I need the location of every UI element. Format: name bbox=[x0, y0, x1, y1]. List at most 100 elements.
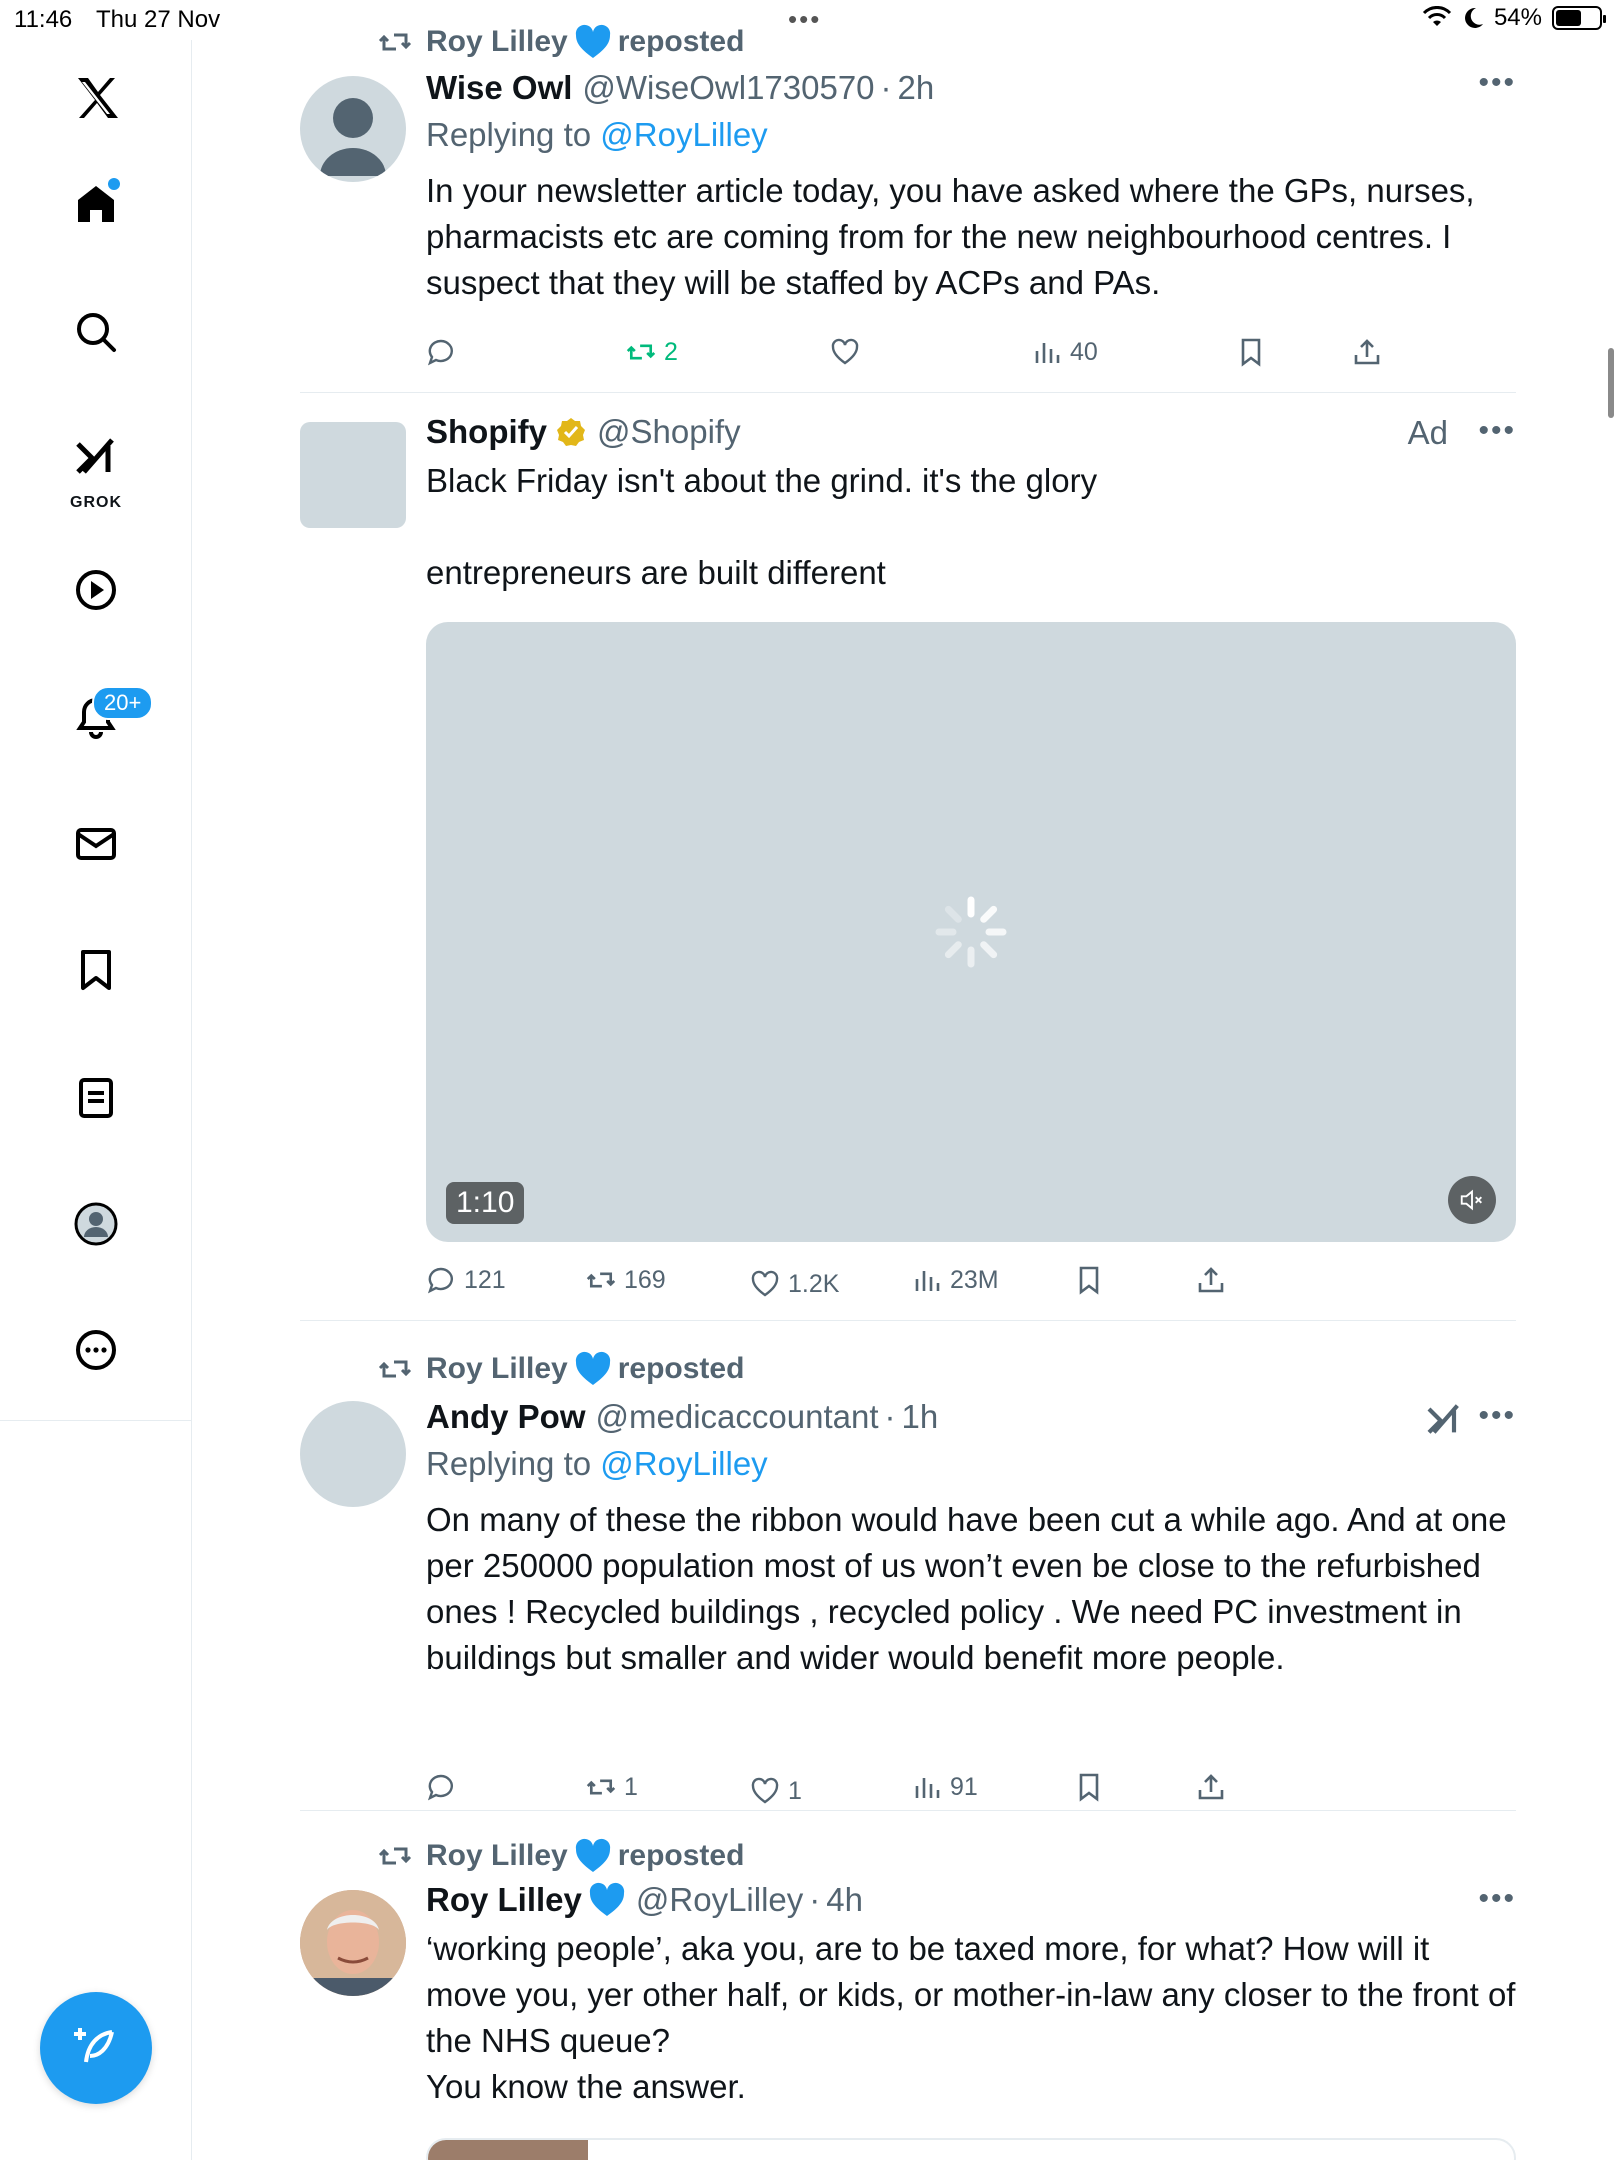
tweet-header: Shopify @Shopify bbox=[426, 410, 1516, 454]
reply-button[interactable] bbox=[426, 1767, 464, 1807]
status-right: 54% bbox=[1422, 4, 1606, 32]
bookmark-button[interactable] bbox=[1074, 1767, 1112, 1807]
display-name[interactable]: Shopify bbox=[426, 413, 547, 451]
share-icon bbox=[1198, 1774, 1224, 1800]
reply-count: 121 bbox=[464, 1265, 506, 1294]
repost-icon bbox=[586, 1779, 616, 1795]
repost-icon bbox=[586, 1272, 616, 1288]
share-button[interactable] bbox=[1196, 1767, 1234, 1807]
more-icon[interactable] bbox=[58, 1312, 134, 1388]
like-button[interactable]: 1.2K bbox=[750, 1264, 839, 1304]
bookmark-button[interactable] bbox=[1074, 1260, 1112, 1300]
mute-button[interactable] bbox=[1448, 1176, 1496, 1224]
bookmark-button[interactable] bbox=[1236, 332, 1274, 372]
profile-icon[interactable] bbox=[58, 1186, 134, 1262]
repost-button[interactable]: 1 bbox=[586, 1767, 638, 1807]
display-name[interactable]: Roy Lilley bbox=[426, 1881, 582, 1919]
repost-button[interactable]: 169 bbox=[586, 1260, 666, 1300]
tweet-divider bbox=[300, 1810, 1516, 1811]
blue-heart-icon bbox=[575, 1351, 610, 1385]
bookmark-icon bbox=[1241, 338, 1261, 367]
tweet-content: Andy Pow @medicaccountant · 1h Replying … bbox=[426, 1395, 1516, 1681]
replying-to-prefix: Replying to bbox=[426, 1445, 592, 1482]
views-button[interactable]: 23M bbox=[912, 1260, 999, 1300]
display-name[interactable]: Wise Owl bbox=[426, 69, 572, 107]
repost-suffix: reposted bbox=[617, 25, 745, 58]
battery-icon bbox=[1552, 6, 1606, 30]
display-name[interactable]: Andy Pow bbox=[426, 1398, 586, 1436]
avatar[interactable] bbox=[300, 1401, 406, 1507]
muted-speaker-icon bbox=[1460, 1189, 1482, 1211]
tweet-header: Andy Pow @medicaccountant · 1h bbox=[426, 1395, 1516, 1439]
repost-icon bbox=[378, 1360, 412, 1378]
repost-indicator: Roy Lilley reposted bbox=[378, 1836, 744, 1876]
timestamp[interactable]: 4h bbox=[826, 1881, 863, 1919]
reply-icon bbox=[427, 339, 453, 366]
share-button[interactable] bbox=[1352, 332, 1390, 372]
repost-suffix: reposted bbox=[617, 1352, 745, 1385]
timestamp[interactable]: 2h bbox=[898, 69, 935, 107]
search-icon[interactable] bbox=[58, 294, 134, 370]
more-icon[interactable]: ••• bbox=[1478, 414, 1516, 448]
avatar[interactable] bbox=[300, 422, 406, 528]
bell-icon[interactable]: 20+ bbox=[58, 680, 154, 756]
link-card-preview[interactable] bbox=[426, 2138, 1516, 2160]
views-button[interactable]: 40 bbox=[1032, 332, 1098, 372]
grok-icon[interactable] bbox=[1424, 1399, 1464, 1439]
list-icon[interactable] bbox=[58, 1060, 134, 1136]
multitask-dots-icon[interactable]: ••• bbox=[788, 4, 821, 35]
scrollbar[interactable] bbox=[1608, 348, 1614, 418]
reply-icon bbox=[427, 1267, 453, 1294]
x-logo-icon[interactable] bbox=[58, 60, 134, 136]
grok-icon[interactable]: GROK bbox=[58, 416, 134, 516]
like-icon bbox=[831, 338, 859, 365]
repost-suffix: reposted bbox=[617, 1839, 745, 1872]
avatar[interactable] bbox=[300, 1890, 406, 1996]
reply-button[interactable]: 121 bbox=[426, 1260, 506, 1300]
blue-heart-icon bbox=[589, 1882, 625, 1916]
reply-button[interactable] bbox=[426, 332, 464, 372]
like-button[interactable] bbox=[830, 332, 868, 372]
more-icon[interactable]: ••• bbox=[1478, 1399, 1516, 1433]
tweet-text: In your newsletter article today, you ha… bbox=[426, 172, 1475, 301]
bookmark-icon[interactable] bbox=[58, 932, 134, 1008]
views-button[interactable]: 91 bbox=[912, 1767, 978, 1807]
handle[interactable]: @medicaccountant bbox=[596, 1398, 879, 1436]
like-icon bbox=[751, 1777, 779, 1804]
share-button[interactable] bbox=[1196, 1260, 1234, 1300]
reposted-by-name[interactable]: Roy Lilley bbox=[426, 1839, 568, 1873]
more-icon[interactable]: ••• bbox=[1478, 1882, 1516, 1916]
reposted-by-name[interactable]: Roy Lilley bbox=[426, 1352, 568, 1386]
handle[interactable]: @RoyLilley bbox=[636, 1881, 803, 1919]
handle[interactable]: @Shopify bbox=[597, 413, 741, 451]
home-icon[interactable] bbox=[58, 166, 134, 242]
replying-to-mention[interactable]: @RoyLilley bbox=[600, 116, 767, 153]
tweet-header: Roy Lilley @RoyLilley · 4h bbox=[426, 1878, 1516, 1922]
video-player[interactable]: 1:10 bbox=[426, 622, 1516, 1242]
like-count: 1.2K bbox=[788, 1269, 840, 1298]
timestamp[interactable]: 1h bbox=[902, 1398, 939, 1436]
reposted-by-name[interactable]: Roy Lilley bbox=[426, 25, 568, 59]
replying-to-prefix: Replying to bbox=[426, 116, 592, 153]
views-count: 91 bbox=[950, 1772, 978, 1801]
like-button[interactable]: 1 bbox=[750, 1771, 802, 1811]
wifi-icon bbox=[1422, 6, 1452, 26]
repost-button[interactable]: 2 bbox=[626, 332, 678, 372]
notifications-badge: 20+ bbox=[92, 686, 154, 720]
handle[interactable]: @WiseOwl1730570 bbox=[582, 69, 874, 107]
status-time: 11:46 bbox=[14, 6, 73, 33]
replying-to-mention[interactable]: @RoyLilley bbox=[600, 1445, 767, 1482]
tweet-header: Wise Owl @WiseOwl1730570 · 2h ••• bbox=[426, 66, 1516, 110]
tweet-actions: 121 169 1.2K 23M bbox=[426, 1260, 1246, 1300]
mail-icon[interactable] bbox=[58, 806, 134, 882]
avatar[interactable] bbox=[300, 76, 406, 182]
like-icon bbox=[751, 1270, 779, 1297]
views-icon bbox=[915, 1271, 940, 1291]
more-icon[interactable]: ••• bbox=[1478, 66, 1516, 100]
reply-icon bbox=[427, 1774, 453, 1801]
sidebar-divider bbox=[0, 1420, 192, 1421]
compose-button[interactable] bbox=[40, 1992, 152, 2104]
repost-count: 169 bbox=[624, 1265, 666, 1294]
video-icon[interactable] bbox=[58, 552, 134, 628]
replying-to: Replying to @RoyLilley bbox=[426, 1445, 1516, 1483]
